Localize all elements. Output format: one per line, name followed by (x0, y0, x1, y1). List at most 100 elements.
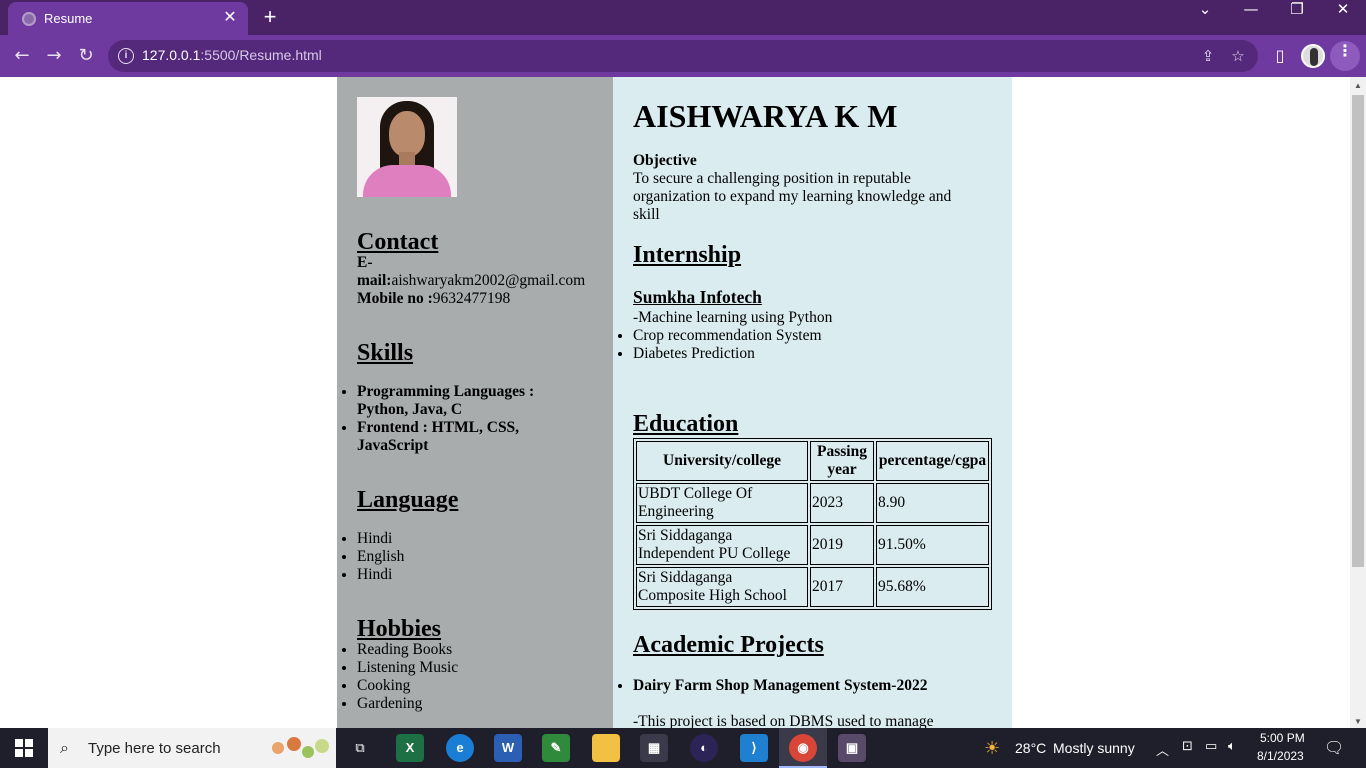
scroll-up-icon[interactable]: ▲ (1354, 81, 1362, 90)
language-heading: Language (357, 487, 459, 513)
email-label-line1: E- (357, 254, 373, 271)
mobile-line: Mobile no :9632477198 (357, 290, 510, 308)
list-item: Frontend : HTML, CSS,JavaScript (357, 419, 567, 455)
table-row: Sri Siddaganga Composite High School 2017… (636, 567, 989, 607)
skills-heading: Skills (357, 340, 414, 366)
internship-heading: Internship (633, 242, 742, 268)
skills-list: Programming Languages :Python, Java, C F… (337, 383, 567, 455)
objective-line: organization to expand my learning knowl… (633, 188, 952, 205)
contact-heading: Contact (357, 229, 439, 255)
weather-temp[interactable]: 28°C (1015, 740, 1046, 756)
list-item: Dairy Farm Shop Management System-2022 (633, 677, 927, 695)
photo-app-icon[interactable]: ▣ (838, 734, 866, 762)
list-item: Diabetes Prediction (633, 345, 822, 363)
education-heading: Education (633, 411, 739, 437)
tab-search-icon[interactable]: ⌄ (1182, 0, 1228, 32)
projects-heading: Academic Projects (633, 632, 824, 658)
email-line: mail:aishwaryakm2002@gmail.com (357, 272, 585, 290)
excel-icon[interactable]: X (396, 734, 424, 762)
taskbar-search-box[interactable]: ⌕ Type here to search (48, 728, 336, 768)
file-explorer-icon[interactable] (592, 734, 620, 762)
restore-button[interactable]: ❐ (1274, 0, 1320, 32)
college-cell: UBDT College Of Engineering (636, 483, 808, 523)
clock-date[interactable]: 8/1/2023 (1257, 749, 1304, 763)
weather-text[interactable]: Mostly sunny (1053, 740, 1135, 756)
objective-line: To secure a challenging position in repu… (633, 170, 911, 187)
volume-icon[interactable]: 🔈︎ (1228, 739, 1236, 754)
task-view-icon[interactable]: ⧉ (346, 734, 374, 762)
column-header: Passing year (810, 441, 874, 481)
back-icon[interactable]: ← (8, 42, 36, 70)
edge-icon[interactable]: e (446, 734, 474, 762)
list-item: Reading Books (357, 641, 458, 659)
windows-start-icon[interactable] (0, 728, 48, 768)
search-highlight-icon (272, 737, 329, 758)
clock-time[interactable]: 5:00 PM (1260, 731, 1305, 745)
globe-icon (22, 12, 36, 26)
battery-icon[interactable]: ▭ (1205, 739, 1217, 754)
chrome-icon[interactable]: ◉ (789, 734, 817, 762)
device-icon[interactable]: ⊡ (1182, 739, 1193, 754)
site-info-icon[interactable]: i (118, 48, 134, 64)
notepad-icon[interactable]: ✎ (542, 734, 570, 762)
share-icon[interactable]: ⇪ (1198, 46, 1218, 66)
mobile-label: Mobile no : (357, 290, 433, 307)
list-item: Programming Languages :Python, Java, C (357, 383, 567, 419)
word-icon[interactable]: W (494, 734, 522, 762)
project-description: -This project is based on DBMS used to m… (633, 713, 934, 728)
new-tab-button[interactable]: + (258, 5, 282, 29)
language-list: Hindi English Hindi (337, 530, 404, 584)
bookmark-star-icon[interactable]: ☆ (1228, 46, 1248, 66)
profile-photo (357, 97, 457, 197)
search-placeholder: Type here to search (88, 740, 221, 757)
resume-sidebar: Contact E- mail:aishwaryakm2002@gmail.co… (337, 77, 613, 728)
notification-icon[interactable]: 🗨︎ (1324, 738, 1344, 757)
objective-heading: Objective (633, 152, 697, 169)
profile-avatar[interactable] (1301, 44, 1325, 68)
weather-icon[interactable]: ☀ (984, 738, 1000, 759)
list-item: Hindi (357, 566, 404, 584)
windows-taskbar: ⌕ Type here to search ⧉ X e W ✎ ▦ ◐ ⟩ ◉ … (0, 728, 1366, 768)
scroll-down-icon[interactable]: ▼ (1354, 717, 1362, 726)
url-text[interactable]: 127.0.0.1:5500/Resume.html (142, 47, 322, 63)
browser-tab[interactable]: Resume ✕ (8, 2, 248, 35)
close-window-button[interactable]: ✕ (1320, 0, 1366, 32)
projects-list: Dairy Farm Shop Management System-2022 (613, 677, 927, 695)
hobbies-list: Reading Books Listening Music Cooking Ga… (337, 641, 458, 713)
college-cell: Sri Siddaganga Independent PU College (636, 525, 808, 565)
browser-tab-strip: Resume ✕ + ⌄ — ❐ ✕ (0, 0, 1366, 35)
internship-subtitle: -Machine learning using Python (633, 309, 833, 326)
page-viewport: Contact E- mail:aishwaryakm2002@gmail.co… (0, 77, 1350, 728)
candidate-name: AISHWARYA K M (633, 98, 898, 134)
score-cell: 8.90 (876, 483, 989, 523)
page-scrollbar[interactable]: ▲ ▼ (1350, 77, 1366, 728)
close-tab-icon[interactable]: ✕ (220, 8, 240, 28)
score-cell: 95.68% (876, 567, 989, 607)
vscode-icon[interactable]: ⟩ (740, 734, 768, 762)
table-header-row: University/college Passing year percentag… (636, 441, 989, 481)
list-item: Crop recommendation System (633, 327, 822, 345)
minimize-button[interactable]: — (1228, 0, 1274, 32)
objective-line: skill (633, 206, 660, 223)
resume-main: AISHWARYA K M Objective To secure a chal… (613, 77, 1012, 728)
scrollbar-thumb[interactable] (1352, 95, 1364, 567)
mobile-value: 9632477198 (432, 290, 511, 307)
forward-icon[interactable]: → (40, 42, 68, 70)
list-item: Cooking (357, 677, 458, 695)
college-cell: Sri Siddaganga Composite High School (636, 567, 808, 607)
browser-menu-icon[interactable]: ⋮ (1330, 41, 1360, 71)
table-row: UBDT College Of Engineering 2023 8.90 (636, 483, 989, 523)
chevron-up-icon[interactable]: ︿ (1156, 740, 1169, 759)
table-row: Sri Siddaganga Independent PU College 201… (636, 525, 989, 565)
eclipse-icon[interactable]: ◐ (690, 734, 718, 762)
address-bar[interactable]: i 127.0.0.1:5500/Resume.html ⇪ ☆ (108, 40, 1258, 72)
email-value: aishwaryakm2002@gmail.com (391, 272, 586, 289)
list-item: English (357, 548, 404, 566)
internship-company: Sumkha Infotech (633, 287, 762, 307)
store-icon[interactable]: ▦ (640, 734, 668, 762)
side-panel-icon[interactable]: ▯ (1266, 42, 1294, 70)
reload-icon[interactable]: ↻ (72, 42, 100, 70)
search-icon: ⌕ (60, 738, 69, 757)
education-table: University/college Passing year percentag… (633, 438, 992, 610)
email-label: mail: (357, 272, 392, 289)
